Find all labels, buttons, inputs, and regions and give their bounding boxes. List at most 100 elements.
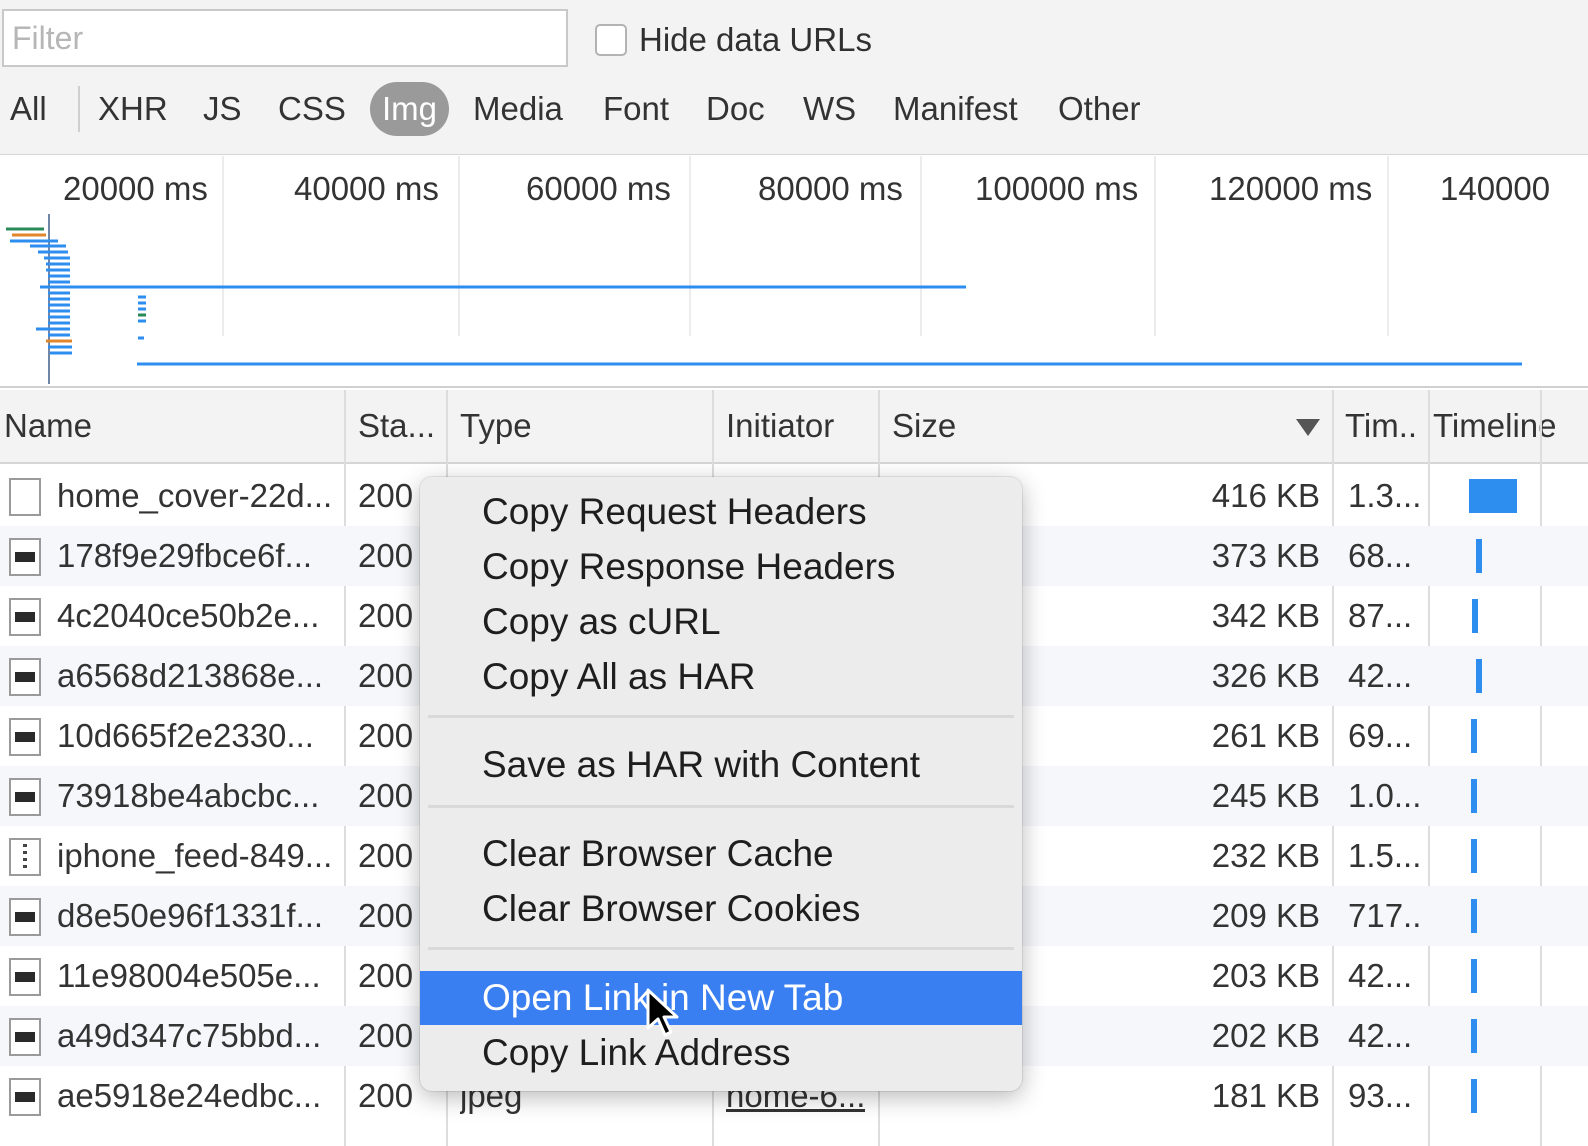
request-name: 11e98004e505e...	[57, 957, 321, 994]
request-status: 200	[358, 957, 414, 994]
request-size: 373 KB	[1211, 537, 1320, 574]
waterfall-bar	[1471, 719, 1477, 753]
request-size: 342 KB	[1211, 597, 1320, 634]
dotted-file-icon	[9, 838, 41, 876]
request-status: 200	[358, 537, 414, 574]
request-time: 93...	[1348, 1077, 1413, 1114]
waterfall-bar	[1471, 1019, 1477, 1053]
request-status: 200	[358, 657, 414, 694]
waterfall-bar	[1469, 479, 1517, 513]
hide-data-urls-checkbox[interactable]	[595, 24, 627, 56]
tab-other[interactable]: Other	[1058, 82, 1141, 136]
waterfall-bar	[1471, 899, 1477, 933]
request-size: 326 KB	[1211, 657, 1320, 694]
menu-item-clear-browser-cache[interactable]: Clear Browser Cache	[420, 827, 1022, 881]
tab-js[interactable]: JS	[203, 82, 242, 136]
waterfall-bar	[1472, 599, 1478, 633]
image-file-icon	[9, 778, 41, 816]
request-name: a49d347c75bbd...	[57, 1017, 322, 1054]
request-name: a6568d213868e...	[57, 657, 324, 694]
request-status: 200	[358, 837, 414, 874]
request-time: 1.0...	[1348, 777, 1422, 814]
column-header-timeline[interactable]: Timeline	[1433, 390, 1556, 464]
column-header-initiator[interactable]: Initiator	[726, 390, 834, 464]
menu-item-copy-all-as-har[interactable]: Copy All as HAR	[420, 650, 1022, 704]
waterfall-bar	[1471, 839, 1477, 873]
tab-xhr[interactable]: XHR	[98, 82, 168, 136]
request-status: 200	[358, 477, 414, 514]
request-time: 1.5...	[1348, 837, 1422, 874]
hide-data-urls-label: Hide data URLs	[639, 21, 872, 58]
menu-item-copy-response-headers[interactable]: Copy Response Headers	[420, 540, 1022, 594]
tab-media[interactable]: Media	[473, 82, 563, 136]
menu-item-copy-as-curl[interactable]: Copy as cURL	[420, 595, 1022, 649]
tab-doc[interactable]: Doc	[706, 82, 765, 136]
image-file-icon	[9, 658, 41, 696]
image-file-icon	[9, 898, 41, 936]
request-time: 42...	[1348, 957, 1413, 994]
menu-item-copy-link-address[interactable]: Copy Link Address	[420, 1026, 1022, 1080]
request-status: 200	[358, 897, 414, 934]
tab-font[interactable]: Font	[603, 82, 669, 136]
image-file-icon	[9, 598, 41, 636]
hide-data-urls-toggle[interactable]: Hide data URLs	[595, 18, 872, 62]
request-name: iphone_feed-849...	[57, 837, 333, 874]
request-size: 261 KB	[1211, 717, 1320, 754]
menu-item-save-as-har[interactable]: Save as HAR with Content	[420, 738, 1022, 792]
request-status: 200	[358, 1017, 414, 1054]
image-file-icon	[9, 718, 41, 756]
request-name: 73918be4abcbc...	[57, 777, 320, 814]
waterfall-bar	[1471, 1079, 1477, 1113]
menu-separator	[428, 805, 1014, 808]
menu-separator	[428, 947, 1014, 950]
resource-type-filter-bar: All XHR JS CSS Img Media Font Doc WS Man…	[0, 82, 1588, 136]
image-file-icon	[9, 1018, 41, 1056]
menu-item-clear-browser-cookies[interactable]: Clear Browser Cookies	[420, 882, 1022, 936]
request-size: 181 KB	[1211, 1077, 1320, 1114]
request-name: 4c2040ce50b2e...	[57, 597, 320, 634]
request-size: 202 KB	[1211, 1017, 1320, 1054]
network-overview[interactable]: 20000 ms 40000 ms 60000 ms 80000 ms 1000…	[0, 156, 1588, 388]
request-size: 416 KB	[1211, 477, 1320, 514]
column-header-time[interactable]: Tim..	[1345, 390, 1417, 464]
requests-table-header: Name Sta... Type Initiator Size Tim.. Ti…	[0, 390, 1588, 464]
request-time: 717...	[1348, 897, 1424, 934]
request-size: 245 KB	[1211, 777, 1320, 814]
request-status: 200	[358, 1077, 414, 1114]
tab-all[interactable]: All	[10, 82, 47, 136]
request-name: d8e50e96f1331f...	[57, 897, 324, 934]
tab-css[interactable]: CSS	[278, 82, 346, 136]
waterfall-bar	[1476, 659, 1482, 693]
request-size: 209 KB	[1211, 897, 1320, 934]
request-time: 68...	[1348, 537, 1413, 574]
sort-descending-icon[interactable]	[1296, 419, 1320, 437]
column-header-status[interactable]: Sta...	[358, 390, 435, 464]
request-name: 10d665f2e2330...	[57, 717, 314, 754]
request-time: 1.3...	[1348, 477, 1422, 514]
column-header-size[interactable]: Size	[892, 390, 956, 464]
blank-file-icon	[9, 478, 41, 516]
request-time: 87...	[1348, 597, 1413, 634]
request-time: 42...	[1348, 657, 1413, 694]
image-file-icon	[9, 958, 41, 996]
tab-divider	[78, 86, 80, 132]
menu-item-copy-request-headers[interactable]: Copy Request Headers	[420, 485, 1022, 539]
mouse-pointer-icon	[646, 988, 679, 1037]
column-header-type[interactable]: Type	[460, 390, 532, 464]
menu-item-open-link-new-tab[interactable]: Open Link in New Tab	[420, 971, 1022, 1025]
tab-manifest[interactable]: Manifest	[893, 82, 1018, 136]
menu-separator	[428, 715, 1014, 718]
request-size: 232 KB	[1211, 837, 1320, 874]
context-menu: Copy Request Headers Copy Response Heade…	[420, 477, 1022, 1091]
filter-input[interactable]	[2, 9, 568, 67]
request-status: 200	[358, 777, 414, 814]
request-status: 200	[358, 597, 414, 634]
tab-img[interactable]: Img	[370, 82, 450, 136]
column-header-name[interactable]: Name	[4, 390, 92, 464]
waterfall-bar	[1476, 539, 1482, 573]
request-size: 203 KB	[1211, 957, 1320, 994]
waterfall-bar	[1471, 959, 1477, 993]
tab-ws[interactable]: WS	[803, 82, 856, 136]
image-file-icon	[9, 1078, 41, 1116]
waterfall-bar	[1471, 779, 1477, 813]
